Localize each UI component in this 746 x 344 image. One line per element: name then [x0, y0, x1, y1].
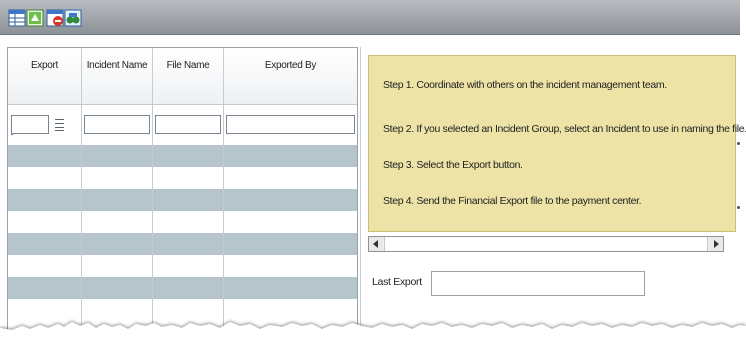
instruction-step-1: Step 1. Coordinate with others on the in…: [383, 79, 667, 91]
incident-name-filter-input[interactable]: [84, 115, 150, 134]
grid-view-icon[interactable]: [8, 9, 26, 27]
scroll-left-arrow-icon[interactable]: [369, 237, 383, 251]
scrollbar-track[interactable]: [384, 237, 708, 251]
filter-menu-icon[interactable]: [53, 115, 67, 134]
table-row[interactable]: [8, 255, 357, 277]
column-header-file-name[interactable]: File Name: [153, 60, 223, 71]
table-row[interactable]: [8, 145, 357, 167]
grid-header: Export Incident Name File Name Exported …: [8, 48, 357, 135]
column-header-incident-name[interactable]: Incident Name: [82, 60, 152, 71]
column-header-exported-by[interactable]: Exported By: [224, 60, 357, 71]
column-header-export[interactable]: Export: [8, 60, 81, 71]
last-export-field[interactable]: [431, 271, 645, 296]
instruction-step-2: Step 2. If you selected an Incident Grou…: [383, 123, 746, 135]
torn-edge-decoration: [0, 322, 746, 344]
export-icon[interactable]: [26, 9, 44, 27]
column-divider: [152, 48, 153, 338]
scroll-right-arrow-icon[interactable]: [709, 237, 723, 251]
edge-mark: [737, 142, 740, 145]
binoculars-icon[interactable]: [64, 9, 82, 27]
table-row[interactable]: [8, 211, 357, 233]
table-row[interactable]: [8, 277, 357, 299]
edge-mark: [737, 206, 740, 209]
instruction-step-3: Step 3. Select the Export button.: [383, 159, 523, 171]
instructions-horizontal-scrollbar[interactable]: [368, 236, 724, 252]
remove-icon[interactable]: [46, 9, 64, 27]
table-row[interactable]: [8, 189, 357, 211]
exported-by-filter-input[interactable]: [226, 115, 355, 134]
column-divider: [81, 48, 82, 338]
toolbar: [0, 0, 740, 35]
column-divider: [223, 48, 224, 338]
table-row[interactable]: [8, 167, 357, 189]
instructions-box: Step 1. Coordinate with others on the in…: [368, 55, 746, 232]
export-filter-input[interactable]: [11, 115, 49, 134]
instruction-step-4: Step 4. Send the Financial Export file t…: [383, 195, 642, 207]
file-name-filter-input[interactable]: [155, 115, 221, 134]
table-row[interactable]: [8, 233, 357, 255]
last-export-label: Last Export: [372, 276, 422, 288]
export-history-grid: Export Incident Name File Name Exported …: [7, 47, 358, 339]
